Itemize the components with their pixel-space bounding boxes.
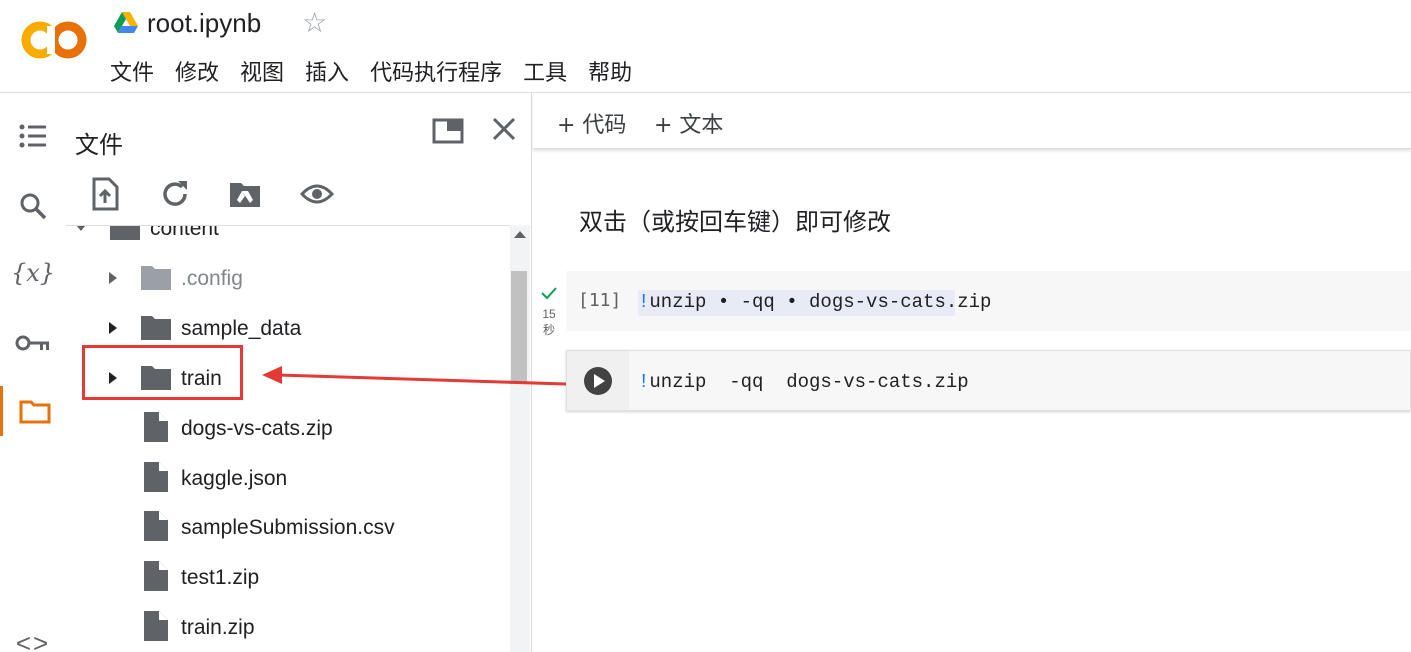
google-drive-icon (114, 12, 138, 33)
code-text: unzip -qq dogs-vs-cats.zip (649, 371, 969, 393)
file-icon (144, 511, 168, 541)
menu-edit[interactable]: 修改 (175, 55, 219, 87)
tree-row-sample-submission[interactable]: sampleSubmission.csv (66, 502, 510, 552)
file-icon (144, 561, 168, 591)
exec-time-unit: 秒 (542, 323, 555, 337)
notebook-title[interactable]: root.ipynb (147, 8, 261, 39)
file-icon (144, 412, 168, 442)
open-in-tab-icon[interactable] (432, 118, 464, 144)
search-icon[interactable] (0, 181, 66, 231)
scrollbar[interactable] (510, 225, 530, 652)
tree-row-train-zip[interactable]: train.zip (66, 602, 510, 652)
star-icon[interactable]: ☆ (302, 6, 327, 39)
menu-bar: 文件 修改 视图 插入 代码执行程序 工具 帮助 (110, 55, 653, 87)
menu-tools[interactable]: 工具 (523, 55, 567, 87)
tree-label: sampleSubmission.csv (181, 516, 395, 539)
menu-file[interactable]: 文件 (110, 55, 154, 87)
tree-label: kaggle.json (181, 467, 288, 490)
file-tree: content .config sample_data train dogs-v… (66, 225, 510, 652)
key-icon[interactable] (0, 318, 66, 368)
caret-right-icon[interactable] (106, 321, 120, 335)
code-line-1[interactable]: !unzip • -qq • dogs-vs-cats.zip (638, 291, 991, 313)
file-icon (144, 462, 168, 492)
exec-time: 15 秒 (541, 306, 557, 338)
drive-folder-icon[interactable] (228, 177, 262, 211)
exec-count: [11] (578, 290, 622, 311)
caret-down-icon[interactable] (74, 225, 88, 235)
close-icon[interactable] (490, 115, 518, 143)
check-icon (541, 287, 557, 300)
code-bang: ! (638, 371, 650, 393)
tree-label: sample_data (181, 317, 302, 340)
folder-icon (141, 266, 171, 290)
code-bang: ! (638, 291, 650, 313)
variables-icon[interactable]: {x} (0, 248, 66, 298)
tree-row-content[interactable]: content (66, 225, 510, 253)
tree-label: dogs-vs-cats.zip (181, 417, 333, 440)
code-line-2[interactable]: !unzip -qq dogs-vs-cats.zip (638, 371, 969, 393)
tree-label: train.zip (181, 616, 255, 639)
tree-row-dogs-vs-cats[interactable]: dogs-vs-cats.zip (66, 403, 510, 453)
file-icon (144, 611, 168, 641)
code-snippets-icon[interactable]: <> (0, 618, 66, 652)
colab-logo[interactable]: CO (20, 18, 88, 62)
header: CO root.ipynb ☆ 文件 修改 视图 插入 代码执行程序 工具 帮助 (0, 0, 1411, 93)
code-text: unzip • -qq • dogs-vs-cats.zip (649, 291, 992, 313)
add-code-button[interactable]: + 代码 (557, 107, 626, 139)
menu-runtime[interactable]: 代码执行程序 (370, 55, 502, 87)
add-text-button[interactable]: + 文本 (654, 107, 723, 139)
scroll-up-icon[interactable] (514, 231, 526, 238)
menu-view[interactable]: 视图 (240, 55, 284, 87)
upload-icon[interactable] (88, 177, 122, 211)
left-rail: {x} <> (0, 93, 66, 652)
folder-icon (110, 226, 140, 240)
scroll-thumb[interactable] (511, 271, 527, 383)
annotation-box (82, 345, 243, 400)
run-cell-icon[interactable] (583, 366, 613, 396)
tree-label: content (150, 225, 219, 240)
menu-help[interactable]: 帮助 (588, 55, 632, 87)
text-cell[interactable]: 双击（或按回车键）即可修改 (579, 202, 891, 237)
exec-time-value: 15 (542, 307, 556, 321)
tree-row-kaggle-json[interactable]: kaggle.json (66, 453, 510, 503)
tree-row-config[interactable]: .config (66, 253, 510, 303)
menu-insert[interactable]: 插入 (305, 55, 349, 87)
notebook-toolbar: + 代码 + 文本 (533, 93, 1411, 149)
cell-gutter (567, 351, 629, 410)
tree-label: test1.zip (181, 566, 260, 589)
folder-icon[interactable] (0, 386, 66, 436)
caret-right-icon[interactable] (106, 271, 120, 285)
folder-icon (141, 316, 171, 340)
toc-icon[interactable] (0, 111, 66, 161)
tree-row-test1-zip[interactable]: test1.zip (66, 552, 510, 602)
eye-icon[interactable] (300, 177, 334, 211)
tree-label: .config (181, 267, 243, 290)
panel-title: 文件 (75, 131, 123, 159)
refresh-icon[interactable] (158, 177, 192, 211)
